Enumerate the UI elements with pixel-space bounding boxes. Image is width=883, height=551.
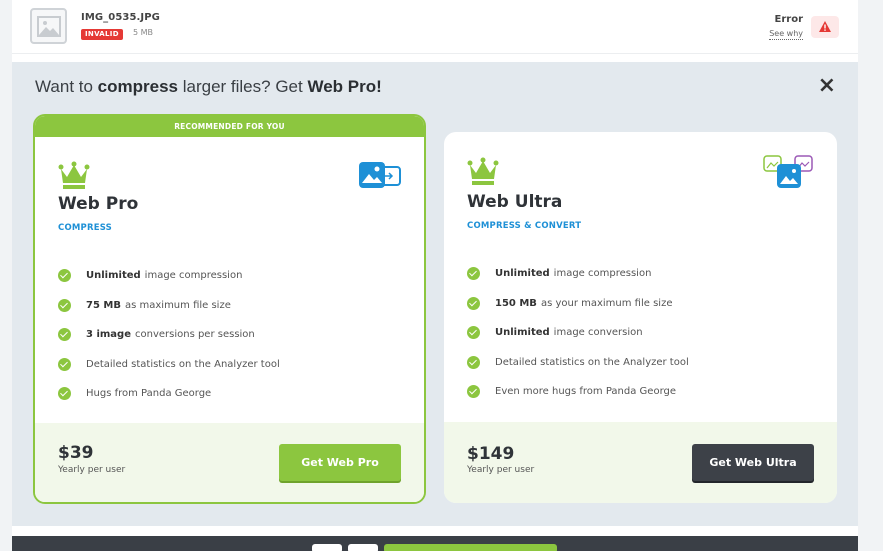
feature-text: Detailed statistics on the Analyzer tool xyxy=(495,356,689,368)
check-icon xyxy=(467,296,480,310)
check-icon xyxy=(467,326,480,340)
headline-text-mid: larger files? Get xyxy=(178,77,308,96)
feature-bold: 75 MB xyxy=(86,299,121,311)
check-icon xyxy=(467,385,480,399)
feature-text: image compression xyxy=(553,268,652,280)
status-text: Error xyxy=(774,14,804,25)
feature-text: Hugs from Panda George xyxy=(86,388,212,400)
crown-icon xyxy=(58,161,90,189)
warning-icon xyxy=(819,21,831,32)
plan-subtitle: COMPRESS & CONVERT xyxy=(467,221,582,231)
plan-card-web-pro: RECOMMENDED FOR YOU Web Pro COMPRESS Unl… xyxy=(33,114,426,504)
feature-text: conversions per session xyxy=(134,329,255,341)
image-compress-icon xyxy=(359,162,401,188)
plan-card-web-ultra: Web Ultra COMPRESS & CONVERT Unlimited im… xyxy=(444,132,837,503)
status-badge: INVALID xyxy=(81,29,123,40)
list-item: 150 MB as your maximum file size xyxy=(467,289,689,319)
list-item: Detailed statistics on the Analyzer tool xyxy=(58,350,280,380)
headline-bold-compress: compress xyxy=(97,77,178,96)
feature-text: image conversion xyxy=(553,327,643,339)
plan-title: Web Ultra xyxy=(467,192,563,212)
check-icon xyxy=(58,357,71,371)
check-icon xyxy=(467,267,480,281)
feature-text: Detailed statistics on the Analyzer tool xyxy=(86,358,280,370)
close-icon[interactable]: × xyxy=(818,75,836,97)
crown-icon xyxy=(467,157,499,185)
list-item: Even more hugs from Panda George xyxy=(467,377,689,407)
list-item: 3 image conversions per session xyxy=(58,320,280,350)
file-size: 5 MB xyxy=(133,28,154,37)
feature-text: Even more hugs from Panda George xyxy=(495,386,677,398)
list-item: Detailed statistics on the Analyzer tool xyxy=(467,348,689,378)
page-container: IMG_0535.JPG INVALID 5 MB Error See why … xyxy=(12,0,858,551)
feature-list: Unlimited image compression 75 MB as maxim… xyxy=(58,261,280,409)
plan-period: Yearly per user xyxy=(58,465,126,475)
feature-text: image compression xyxy=(144,270,243,282)
plan-footer: $39 Yearly per user Get Web Pro xyxy=(35,423,424,502)
image-placeholder-icon xyxy=(30,8,67,44)
download-button[interactable] xyxy=(384,544,557,551)
plan-title: Web Pro xyxy=(58,194,139,214)
dropbox-icon[interactable] xyxy=(312,544,342,551)
close-icon[interactable] xyxy=(348,544,378,551)
upgrade-promo-panel: Want to compress larger files? Get Web P… xyxy=(12,62,858,526)
list-item: 75 MB as maximum file size xyxy=(58,291,280,321)
promo-headline: Want to compress larger files? Get Web P… xyxy=(35,77,382,97)
feature-bold: Unlimited xyxy=(495,327,550,339)
feature-text: as your maximum file size xyxy=(540,297,673,309)
feature-bold: Unlimited xyxy=(495,268,550,280)
feature-bold: 150 MB xyxy=(495,297,537,309)
feature-bold: 3 image xyxy=(86,329,131,341)
feature-bold: Unlimited xyxy=(86,270,141,282)
plan-period: Yearly per user xyxy=(467,465,535,475)
file-row: IMG_0535.JPG INVALID 5 MB Error See why xyxy=(12,0,858,54)
list-item: Unlimited image conversion xyxy=(467,318,689,348)
plan-footer: $149 Yearly per user Get Web Ultra xyxy=(444,422,837,503)
check-icon xyxy=(58,328,71,342)
headline-text: Want to xyxy=(35,77,98,96)
list-item: Hugs from Panda George xyxy=(58,379,280,409)
list-item: Unlimited image compression xyxy=(467,259,689,289)
list-item: Unlimited image compression xyxy=(58,261,280,291)
image-convert-icon xyxy=(763,155,813,188)
get-web-pro-button[interactable]: Get Web Pro xyxy=(279,444,401,481)
get-web-ultra-button[interactable]: Get Web Ultra xyxy=(692,444,814,481)
check-icon xyxy=(467,355,480,369)
recommended-banner: RECOMMENDED FOR YOU xyxy=(35,116,424,137)
see-why-link[interactable]: See why xyxy=(769,29,803,40)
plan-price: $149 xyxy=(467,444,515,464)
file-name: IMG_0535.JPG xyxy=(81,12,160,23)
feature-text: as maximum file size xyxy=(124,299,231,311)
bottom-action-bar xyxy=(12,536,858,551)
check-icon xyxy=(58,269,71,283)
check-icon xyxy=(58,298,71,312)
warning-button[interactable] xyxy=(811,16,839,38)
check-icon xyxy=(58,387,71,401)
plan-subtitle: COMPRESS xyxy=(58,223,112,233)
headline-bold-plan: Web Pro! xyxy=(307,77,382,96)
plan-price: $39 xyxy=(58,443,94,463)
feature-list: Unlimited image compression 150 MB as your… xyxy=(467,259,689,407)
